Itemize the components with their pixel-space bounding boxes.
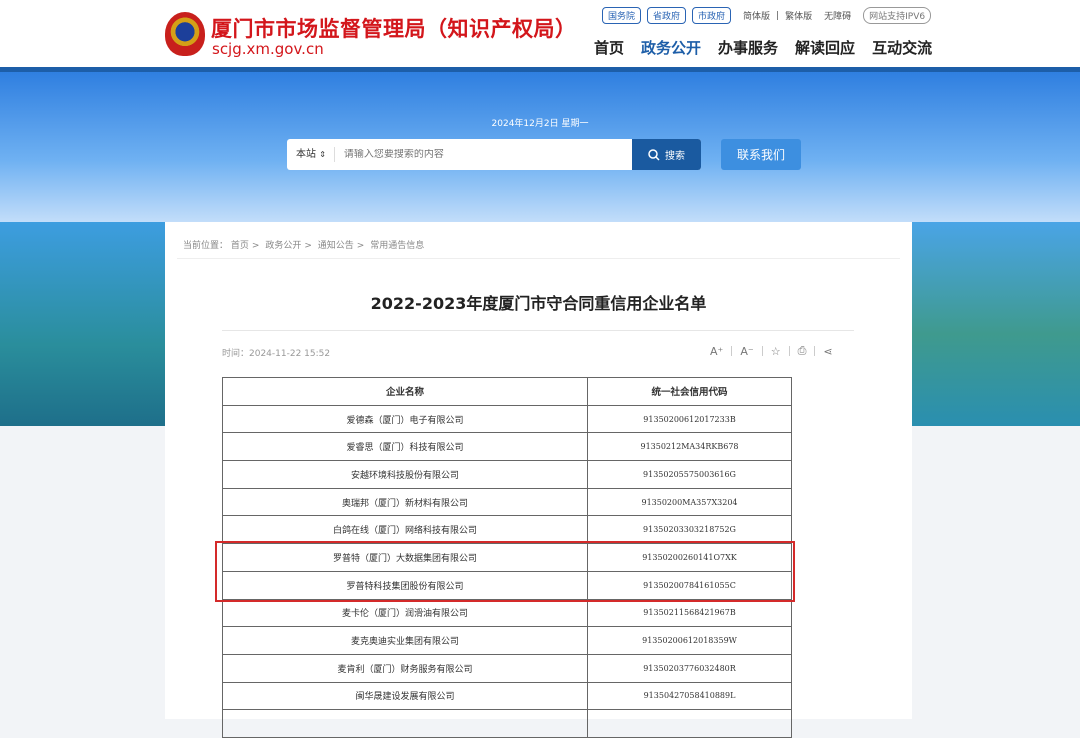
site-domain: scjg.xm.gov.cn (212, 40, 324, 58)
search-scope-select[interactable]: 本站 ⇕ (287, 147, 335, 162)
site-header: 厦门市市场监督管理局（知识产权局） scjg.xm.gov.cn 国务院 省政府… (0, 0, 1080, 68)
nav-gov-affairs[interactable]: 政务公开 (641, 37, 701, 58)
lang-traditional[interactable]: 繁体版 (785, 9, 812, 22)
table-row: 罗普特科技集团股份有限公司 91350200784161055C (222, 570, 792, 600)
credit-code: 91350200612017233B (587, 404, 792, 434)
credit-code: 91350200784161055C (587, 570, 792, 600)
nav-interaction[interactable]: 互动交流 (872, 37, 932, 58)
company-name: 罗普特科技集团股份有限公司 (222, 570, 588, 600)
credit-code: 91350200MA357X3204 (587, 487, 792, 517)
accessibility-link[interactable]: 无障碍 (824, 9, 851, 22)
credit-code: 91350203303218752G (587, 515, 792, 545)
credit-code: 91350211568421967B (587, 598, 792, 628)
font-increase-icon[interactable]: A⁺ (710, 345, 723, 358)
table-row: 白鸽在线（厦门）网络科技有限公司 91350203303218752G (222, 515, 792, 545)
star-icon[interactable]: ☆ (771, 345, 781, 358)
scope-label: 本站 (296, 149, 316, 160)
table-row (222, 709, 792, 738)
breadcrumb-home[interactable]: 首页 (231, 241, 249, 251)
article-tools: A⁺ A⁻ ☆ ⎙ ⋖ (710, 344, 833, 358)
company-name: 爱德森（厦门）电子有限公司 (222, 404, 588, 434)
contact-us-button[interactable]: 联系我们 (721, 139, 801, 170)
company-name (222, 709, 588, 738)
credit-code: 91350212MA34RKB678 (587, 432, 792, 462)
search-icon (648, 148, 660, 161)
nav-interpretation[interactable]: 解读回应 (795, 37, 855, 58)
nav-services[interactable]: 办事服务 (718, 37, 778, 58)
print-icon[interactable]: ⎙ (798, 344, 807, 358)
divider (177, 258, 900, 259)
table-row: 麦卡伦（厦门）润滑油有限公司 91350211568421967B (222, 598, 792, 628)
current-date: 2024年12月2日 星期一 (491, 119, 589, 129)
breadcrumb-gov-affairs[interactable]: 政务公开 (265, 241, 301, 251)
header-company-name: 企业名称 (222, 377, 588, 406)
search-button[interactable]: 搜索 (632, 139, 701, 170)
company-name: 爱睿思（厦门）科技有限公司 (222, 432, 588, 462)
breadcrumb-notices[interactable]: 通知公告 (318, 241, 354, 251)
table-row: 奥瑞邦（厦门）新材料有限公司 91350200MA357X3204 (222, 487, 792, 517)
table-row: 闽华晟建设发展有限公司 91350427058410889L (222, 681, 792, 711)
sort-arrows-icon: ⇕ (319, 150, 326, 159)
table-row: 爱德森（厦门）电子有限公司 91350200612017233B (222, 404, 792, 434)
header-credit-code: 统一社会信用代码 (587, 377, 792, 406)
table-header-row: 企业名称 统一社会信用代码 (222, 377, 792, 406)
company-name: 麦卡伦（厦门）润滑油有限公司 (222, 598, 588, 628)
search-input[interactable] (334, 149, 632, 160)
police-emblem-logo (165, 12, 205, 56)
share-icon[interactable]: ⋖ (823, 345, 832, 358)
enterprise-table: 企业名称 统一社会信用代码 爱德森（厦门）电子有限公司 9135020061201… (222, 377, 792, 738)
font-decrease-icon[interactable]: A⁻ (740, 345, 753, 358)
nav-home[interactable]: 首页 (594, 37, 624, 58)
breadcrumb: 当前位置： 首页 > 政务公开 > 通知公告 > 常用通告信息 (183, 241, 425, 251)
main-nav: 首页 政务公开 办事服务 解读回应 互动交流 (594, 37, 932, 58)
table-row: 罗普特（厦门）大数据集团有限公司 91350200260141O7XK (222, 543, 792, 572)
table-row: 麦肯利（厦门）财务服务有限公司 91350203776032480R (222, 653, 792, 683)
divider (222, 330, 854, 331)
link-city-gov[interactable]: 市政府 (692, 7, 732, 24)
company-name: 白鸽在线（厦门）网络科技有限公司 (222, 515, 588, 545)
lang-simplified[interactable]: 简体版 (743, 9, 770, 22)
search-bar: 本站 ⇕ 搜索 (287, 139, 701, 170)
search-button-label: 搜索 (665, 151, 685, 162)
breadcrumb-label: 当前位置： (183, 241, 229, 251)
table-row: 安越环境科技股份有限公司 91350205575003616G (222, 460, 792, 489)
company-name: 闽华晟建设发展有限公司 (222, 681, 588, 711)
credit-code (587, 709, 792, 738)
link-state-council[interactable]: 国务院 (602, 7, 642, 24)
company-name: 奥瑞邦（厦门）新材料有限公司 (222, 487, 588, 517)
publish-time: 时间：2024-11-22 15:52 (222, 349, 331, 359)
link-provincial-gov[interactable]: 省政府 (647, 7, 687, 24)
credit-code: 91350200260141O7XK (587, 543, 792, 572)
company-name: 罗普特（厦门）大数据集团有限公司 (222, 543, 588, 572)
table-row: 麦克奥迪实业集团有限公司 91350200612018359W (222, 626, 792, 655)
credit-code: 91350200612018359W (587, 626, 792, 655)
company-name: 麦肯利（厦门）财务服务有限公司 (222, 653, 588, 683)
credit-code: 91350205575003616G (587, 460, 792, 489)
company-name: 麦克奥迪实业集团有限公司 (222, 626, 588, 655)
ipv6-badge: 网站支持IPV6 (863, 7, 932, 24)
content-panel: 当前位置： 首页 > 政务公开 > 通知公告 > 常用通告信息 2022-2023年度… (165, 222, 912, 738)
article-title: 2022-2023年度厦门市守合同重信用企业名单 (370, 294, 707, 313)
credit-code: 91350203776032480R (587, 653, 792, 683)
table-row: 爱睿思（厦门）科技有限公司 91350212MA34RKB678 (222, 432, 792, 462)
site-title[interactable]: 厦门市市场监督管理局（知识产权局） (211, 13, 577, 43)
credit-code: 91350427058410889L (587, 681, 792, 711)
company-name: 安越环境科技股份有限公司 (222, 460, 588, 489)
breadcrumb-current[interactable]: 常用通告信息 (370, 241, 424, 251)
